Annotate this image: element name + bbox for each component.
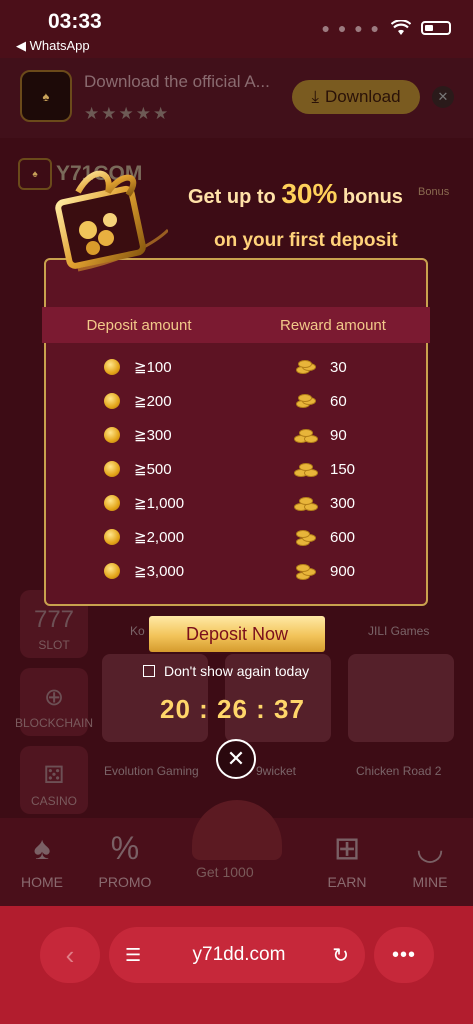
table-header: Deposit amount Reward amount bbox=[42, 307, 430, 343]
back-to-app-link[interactable]: ◀ WhatsApp bbox=[16, 38, 90, 54]
tile-label-evolution: Evolution Gaming bbox=[104, 764, 199, 778]
reload-icon[interactable]: ↻ bbox=[323, 943, 349, 968]
coin-stack-icon bbox=[292, 360, 316, 374]
close-banner-icon[interactable]: ✕ bbox=[432, 86, 454, 108]
popup-headline: Get up to 30% bonus bbox=[188, 178, 403, 209]
address-bar[interactable]: ☰ y71dd.com ↻ bbox=[109, 927, 365, 983]
tile-label-ko: Ko bbox=[130, 624, 145, 638]
slot-icon: 777 bbox=[33, 606, 75, 633]
deposit-amount: ≧200 bbox=[134, 393, 172, 410]
table-row: ≧300 90 bbox=[46, 418, 426, 452]
dont-show-checkbox[interactable] bbox=[143, 665, 155, 677]
page-menu-icon[interactable]: ☰ bbox=[125, 945, 155, 966]
reward-amount: 900 bbox=[330, 562, 356, 580]
chevron-left-icon: ‹ bbox=[65, 939, 75, 970]
gift-icon: ⊞ bbox=[333, 830, 361, 866]
wifi-icon bbox=[391, 20, 411, 35]
status-icons: ● ● ● ● bbox=[321, 18, 451, 38]
deposit-amount: ≧2,000 bbox=[134, 529, 185, 546]
download-button-label: Download bbox=[324, 87, 401, 106]
bonus-table-body: ≧100 30 ≧200 60 ≧300 90 ≧500 150 ≧1,000 … bbox=[46, 350, 426, 600]
reward-amount: 150 bbox=[330, 460, 356, 478]
download-button[interactable]: ⤓ Download bbox=[292, 80, 420, 114]
popup-subline: on your first deposit bbox=[214, 230, 398, 251]
more-dots-icon: ••• bbox=[391, 943, 416, 966]
nav-mine[interactable]: ◡ MINE bbox=[390, 828, 470, 890]
download-icon: ⤓ bbox=[311, 87, 319, 106]
column-header-reward: Reward amount bbox=[280, 316, 386, 334]
side-nav-blockchain[interactable]: ⊕ BLOCKCHAIN bbox=[15, 668, 93, 736]
coin-icon bbox=[104, 393, 120, 409]
coin-stack-icon bbox=[292, 530, 316, 546]
nav-earn[interactable]: ⊞ EARN bbox=[307, 828, 387, 890]
close-icon: ✕ bbox=[226, 746, 246, 771]
deposit-amount: ≧3,000 bbox=[134, 563, 185, 580]
close-popup-button[interactable]: ✕ bbox=[216, 739, 256, 779]
bonus-label[interactable]: Bonus bbox=[418, 186, 449, 198]
tile-label-chicken-road: Chicken Road 2 bbox=[356, 764, 442, 778]
table-row: ≧200 60 bbox=[46, 384, 426, 418]
smile-face-icon: ◡ bbox=[416, 830, 444, 866]
nav-get-label[interactable]: Get 1000 bbox=[196, 864, 254, 880]
reward-amount: 600 bbox=[330, 528, 356, 546]
table-row: ≧3,000 900 bbox=[46, 554, 426, 588]
coin-stack-icon bbox=[292, 462, 318, 477]
nav-promo[interactable]: % PROMO bbox=[85, 828, 165, 890]
gift-box-icon bbox=[55, 170, 168, 272]
browser-back-button[interactable]: ‹ bbox=[40, 927, 100, 983]
table-row: ≧500 150 bbox=[46, 452, 426, 486]
deposit-amount: ≧100 bbox=[134, 359, 172, 376]
browser-more-button[interactable]: ••• bbox=[374, 927, 434, 983]
download-banner-title: Download the official A... bbox=[84, 72, 270, 91]
table-row: ≧2,000 600 bbox=[46, 520, 426, 554]
site-logo-icon: ♠ bbox=[18, 158, 52, 190]
battery-icon bbox=[421, 21, 451, 35]
table-row: ≧100 30 bbox=[46, 350, 426, 384]
coin-icon bbox=[104, 461, 120, 477]
reward-amount: 300 bbox=[330, 494, 356, 512]
coin-icon bbox=[104, 495, 120, 511]
coin-icon bbox=[104, 529, 120, 545]
status-time: 03:33 bbox=[48, 10, 102, 33]
coin-stack-icon bbox=[292, 496, 318, 511]
coin-stack-icon bbox=[292, 564, 316, 580]
deposit-now-button[interactable]: Deposit Now bbox=[149, 616, 325, 652]
column-header-deposit: Deposit amount bbox=[86, 316, 192, 334]
url-text[interactable]: y71dd.com bbox=[155, 944, 323, 966]
signal-icon: ● ● ● ● bbox=[321, 20, 381, 36]
table-row: ≧1,000 300 bbox=[46, 486, 426, 520]
side-nav-casino[interactable]: ⚄ CASINO bbox=[20, 746, 88, 814]
spade-home-icon: ♠ bbox=[33, 830, 51, 866]
app-logo-icon: ♠ bbox=[20, 70, 72, 122]
coin-icon bbox=[104, 427, 120, 443]
reward-amount: 30 bbox=[330, 358, 347, 376]
promo-ticket-icon: % bbox=[110, 830, 140, 866]
gamepad-icon: ⊕ bbox=[43, 684, 65, 711]
bonus-percent: 30% bbox=[281, 178, 338, 209]
rating-stars: ★★★★★ bbox=[84, 104, 171, 123]
reward-amount: 90 bbox=[330, 426, 347, 444]
tile-label-jili: JILI Games bbox=[368, 624, 430, 638]
coin-stack-icon bbox=[292, 394, 316, 408]
countdown-timer: 20 : 26 : 37 bbox=[160, 694, 305, 724]
reward-amount: 60 bbox=[330, 392, 347, 410]
nav-home[interactable]: ♠ HOME bbox=[2, 828, 82, 890]
coin-icon bbox=[104, 563, 120, 579]
coin-stack-icon bbox=[292, 428, 318, 443]
dont-show-label[interactable]: Don't show again today bbox=[164, 663, 309, 679]
deposit-amount: ≧500 bbox=[134, 461, 172, 478]
coin-icon bbox=[104, 359, 120, 375]
tile-label-9wicket: 9wicket bbox=[256, 764, 297, 778]
deposit-amount: ≧1,000 bbox=[134, 495, 185, 512]
game-tile-chicken-road[interactable] bbox=[348, 654, 454, 742]
dice-icon: ⚄ bbox=[43, 762, 65, 789]
deposit-amount: ≧300 bbox=[134, 427, 172, 444]
